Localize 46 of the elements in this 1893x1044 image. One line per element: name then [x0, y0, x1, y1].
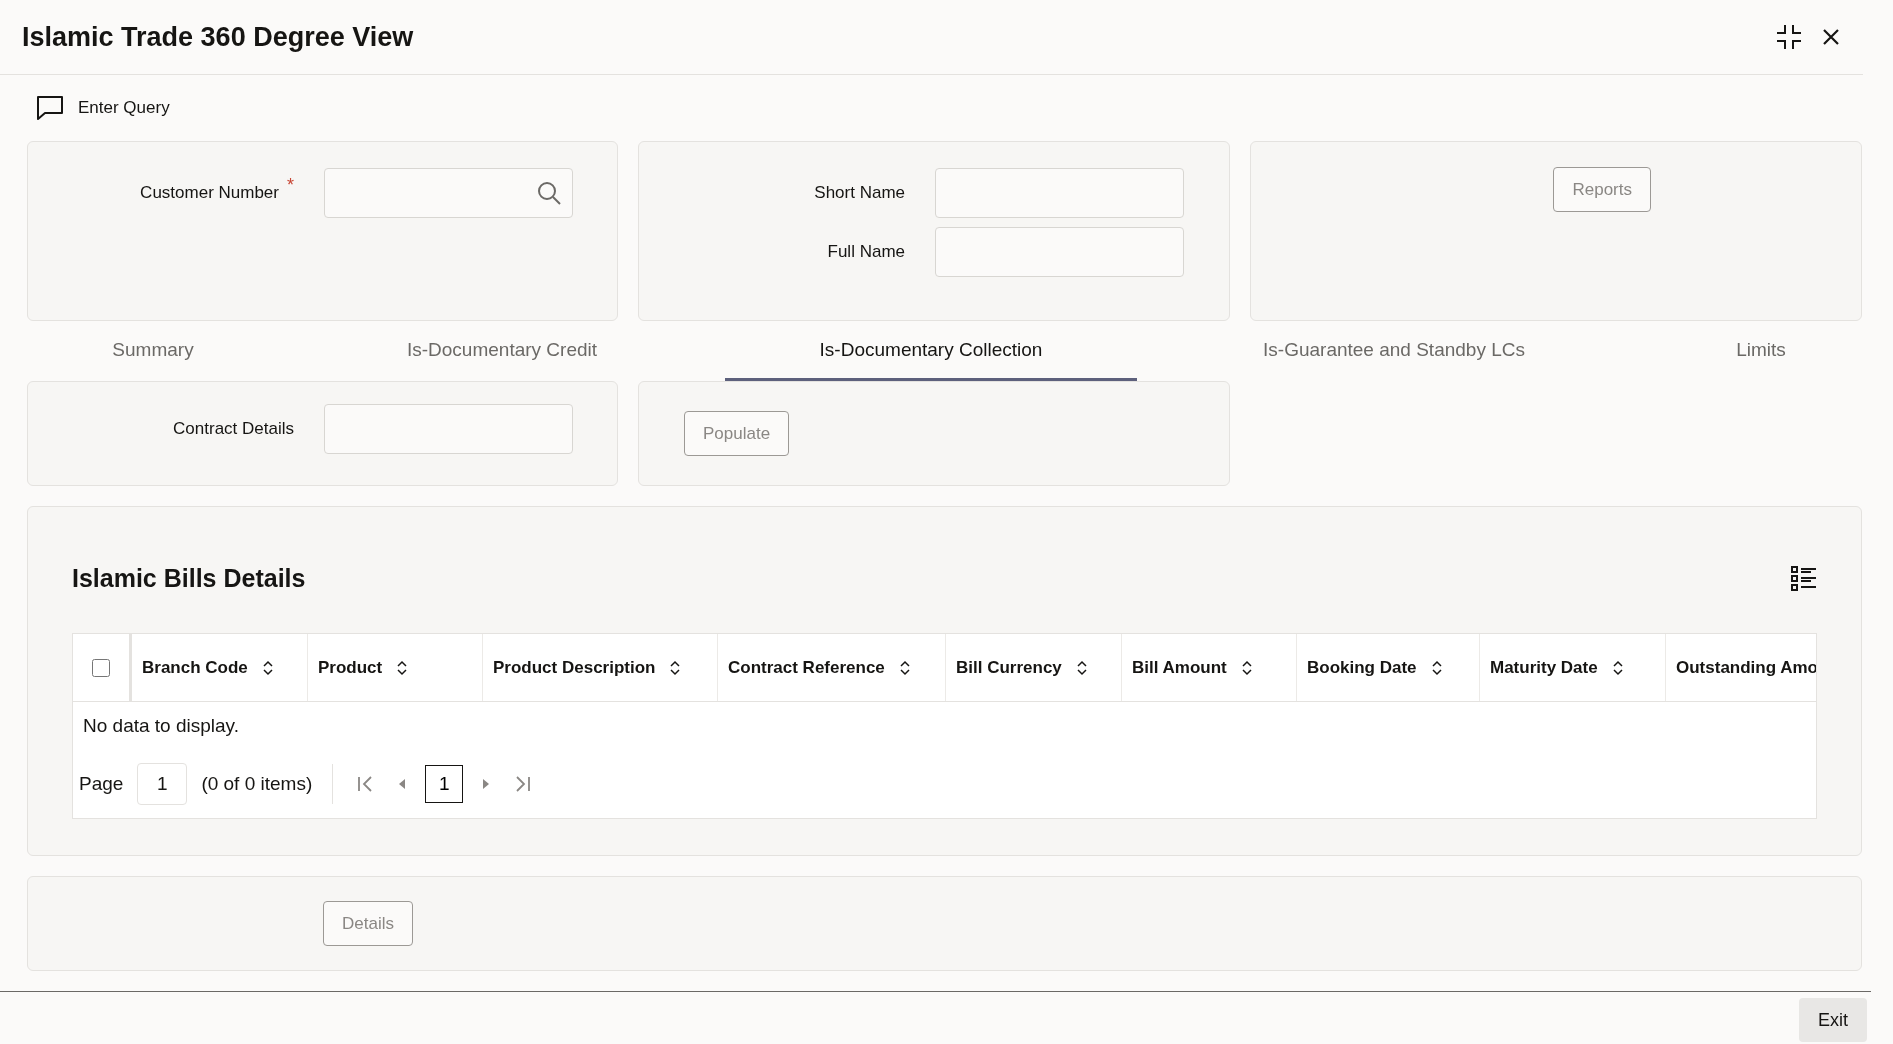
item-count: (0 of 0 items)	[201, 773, 313, 795]
field-label: Customer Number	[140, 183, 279, 203]
field-label: Contract Details	[173, 419, 294, 439]
sort-icon[interactable]	[898, 658, 911, 677]
sort-icon[interactable]	[396, 658, 409, 677]
section-title: Islamic Bills Details	[72, 563, 306, 593]
field-label: Full Name	[827, 242, 905, 262]
column-header[interactable]: Product Description	[483, 634, 718, 701]
column-header[interactable]: Branch Code	[132, 634, 308, 701]
select-all-checkbox[interactable]	[92, 658, 110, 677]
tab[interactable]: Summary	[27, 321, 279, 381]
contract-details-field[interactable]	[324, 404, 573, 454]
required-mark: *	[287, 175, 294, 196]
sort-icon[interactable]	[1611, 658, 1624, 677]
customer-number-field[interactable]	[324, 168, 573, 218]
current-page-button[interactable]: 1	[425, 765, 464, 803]
tab[interactable]: Is-Documentary Credit	[279, 321, 725, 381]
close-icon[interactable]	[1821, 27, 1841, 47]
column-header[interactable]: Booking Date	[1297, 634, 1480, 701]
page-label: Page	[79, 773, 124, 795]
sort-icon[interactable]	[1240, 658, 1253, 677]
sort-icon[interactable]	[669, 658, 682, 677]
tab[interactable]: Is-Guarantee and Standby LCs	[1137, 321, 1651, 381]
field-label: Short Name	[814, 183, 905, 203]
tab[interactable]: Limits	[1651, 321, 1871, 381]
sort-icon[interactable]	[1075, 658, 1088, 677]
list-view-icon[interactable]	[1791, 565, 1817, 591]
name-field[interactable]	[935, 168, 1184, 218]
exit-button[interactable]: Exit	[1799, 998, 1867, 1042]
name-field[interactable]	[935, 227, 1184, 277]
window-title: Islamic Trade 360 Degree View	[22, 21, 414, 53]
page-input[interactable]: 1	[137, 763, 188, 805]
sort-icon[interactable]	[1430, 658, 1443, 677]
enter-query-button[interactable]: Enter Query	[36, 95, 170, 121]
column-header[interactable]: Bill Amount	[1122, 634, 1297, 701]
column-header[interactable]: Product	[308, 634, 483, 701]
column-header[interactable]: Contract Reference	[718, 634, 946, 701]
reports-button[interactable]: Reports	[1553, 167, 1651, 212]
column-header[interactable]: Bill Currency	[946, 634, 1122, 701]
details-button[interactable]: Details	[323, 901, 413, 946]
search-icon[interactable]	[536, 180, 562, 206]
minimize-icon[interactable]	[1775, 23, 1803, 51]
chat-bubble-icon	[36, 95, 64, 121]
empty-message: No data to display.	[82, 714, 240, 738]
sort-icon[interactable]	[261, 658, 274, 677]
column-header[interactable]: Maturity Date	[1480, 634, 1666, 701]
